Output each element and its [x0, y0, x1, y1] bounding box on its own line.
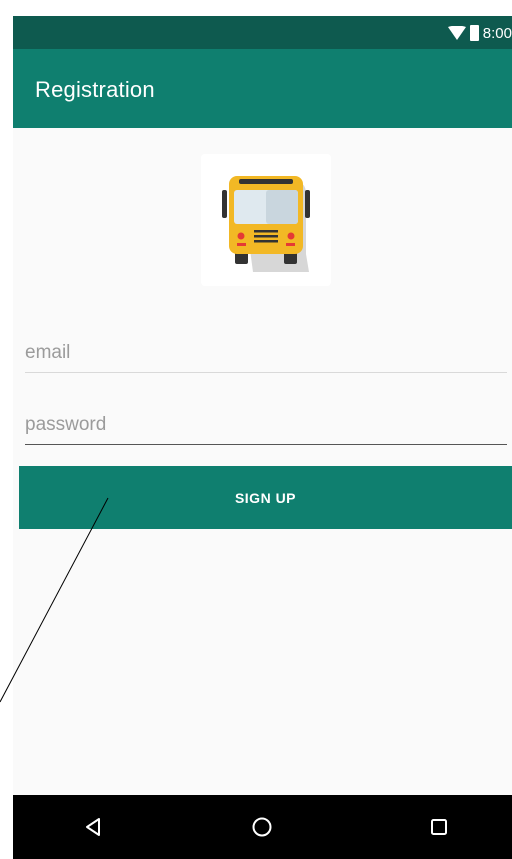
home-button[interactable]: [242, 809, 282, 845]
phone-screen: 8:00 Registration email SIGN UP: [13, 16, 512, 859]
logo-card: [201, 154, 331, 286]
battery-icon: [469, 25, 479, 41]
status-time: 8:00: [482, 24, 512, 42]
app-title: Registration: [35, 77, 155, 102]
status-icons: 8:00: [447, 22, 512, 44]
recents-button[interactable]: [419, 809, 459, 845]
signup-button[interactable]: SIGN UP: [19, 466, 512, 529]
recents-icon: [431, 819, 447, 835]
status-bar: 8:00: [13, 16, 512, 49]
wifi-icon: [447, 26, 466, 40]
email-field[interactable]: [25, 336, 507, 373]
app-bar: Registration: [13, 49, 512, 128]
home-icon: [252, 817, 272, 837]
navigation-bar: [13, 795, 512, 859]
school-bus-icon: [222, 176, 310, 272]
password-field[interactable]: [25, 408, 507, 445]
back-icon: [86, 818, 100, 836]
back-button[interactable]: [73, 809, 113, 845]
